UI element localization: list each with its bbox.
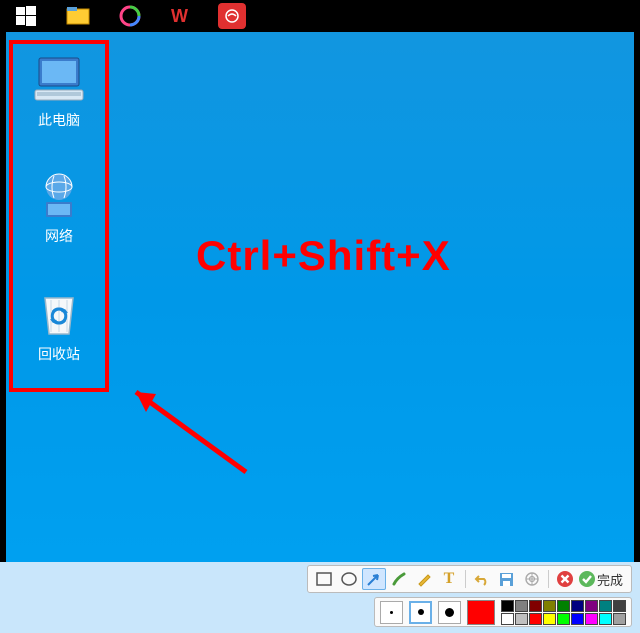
- separator: [548, 570, 549, 588]
- color-swatch[interactable]: [613, 600, 626, 612]
- file-explorer-button[interactable]: [62, 2, 94, 30]
- desktop-icon-network[interactable]: 网络: [14, 172, 104, 246]
- record-button[interactable]: [218, 3, 246, 29]
- color-swatch[interactable]: [557, 600, 570, 612]
- color-swatch[interactable]: [529, 613, 542, 625]
- wps-button[interactable]: W: [166, 2, 198, 30]
- desktop-icon-label: 此电脑: [14, 110, 104, 130]
- share-button[interactable]: [520, 568, 544, 590]
- snip-toolbar: T 完成: [307, 565, 632, 593]
- start-button[interactable]: [10, 2, 42, 30]
- undo-button[interactable]: [470, 568, 494, 590]
- done-button[interactable]: 完成: [578, 568, 627, 590]
- desktop-icon-this-pc[interactable]: 此电脑: [14, 56, 104, 130]
- separator: [465, 570, 466, 588]
- save-button[interactable]: [495, 568, 519, 590]
- taskbar: W: [0, 0, 640, 32]
- tool-ellipse[interactable]: [337, 568, 361, 590]
- cancel-button[interactable]: [553, 568, 577, 590]
- color-swatch[interactable]: [599, 600, 612, 612]
- color-swatch[interactable]: [571, 600, 584, 612]
- swirl-app-button[interactable]: [114, 2, 146, 30]
- color-swatch[interactable]: [501, 600, 514, 612]
- recycle-bin-icon: [33, 290, 85, 338]
- color-swatch[interactable]: [543, 600, 556, 612]
- color-swatch[interactable]: [515, 613, 528, 625]
- computer-icon: [33, 56, 85, 104]
- desktop-icon-label: 回收站: [14, 344, 104, 364]
- tool-brush[interactable]: [387, 568, 411, 590]
- tool-pen[interactable]: [412, 568, 436, 590]
- color-swatch[interactable]: [585, 613, 598, 625]
- desktop-icon-recycle-bin[interactable]: 回收站: [14, 290, 104, 364]
- tool-text[interactable]: T: [437, 568, 461, 590]
- color-swatch[interactable]: [557, 613, 570, 625]
- tool-arrow[interactable]: [362, 568, 386, 590]
- desktop-icon-label: 网络: [14, 226, 104, 246]
- annotation-hotkey-text: Ctrl+Shift+X: [196, 232, 451, 280]
- tool-rect[interactable]: [312, 568, 336, 590]
- color-palette: [374, 597, 632, 627]
- brush-size-small[interactable]: [380, 601, 403, 624]
- color-swatch[interactable]: [529, 600, 542, 612]
- network-icon: [33, 172, 85, 220]
- color-swatch[interactable]: [515, 600, 528, 612]
- color-swatch[interactable]: [613, 613, 626, 625]
- color-swatch[interactable]: [585, 600, 598, 612]
- color-grid: [501, 600, 626, 625]
- color-swatch[interactable]: [599, 613, 612, 625]
- brush-size-large[interactable]: [438, 601, 461, 624]
- annotation-arrow: [106, 372, 266, 492]
- color-swatch[interactable]: [543, 613, 556, 625]
- svg-text:W: W: [171, 6, 188, 26]
- current-color[interactable]: [467, 600, 495, 625]
- brush-size-medium[interactable]: [409, 601, 432, 624]
- color-swatch[interactable]: [571, 613, 584, 625]
- color-swatch[interactable]: [501, 613, 514, 625]
- done-label: 完成: [596, 570, 627, 589]
- desktop[interactable]: 此电脑 网络: [6, 32, 634, 562]
